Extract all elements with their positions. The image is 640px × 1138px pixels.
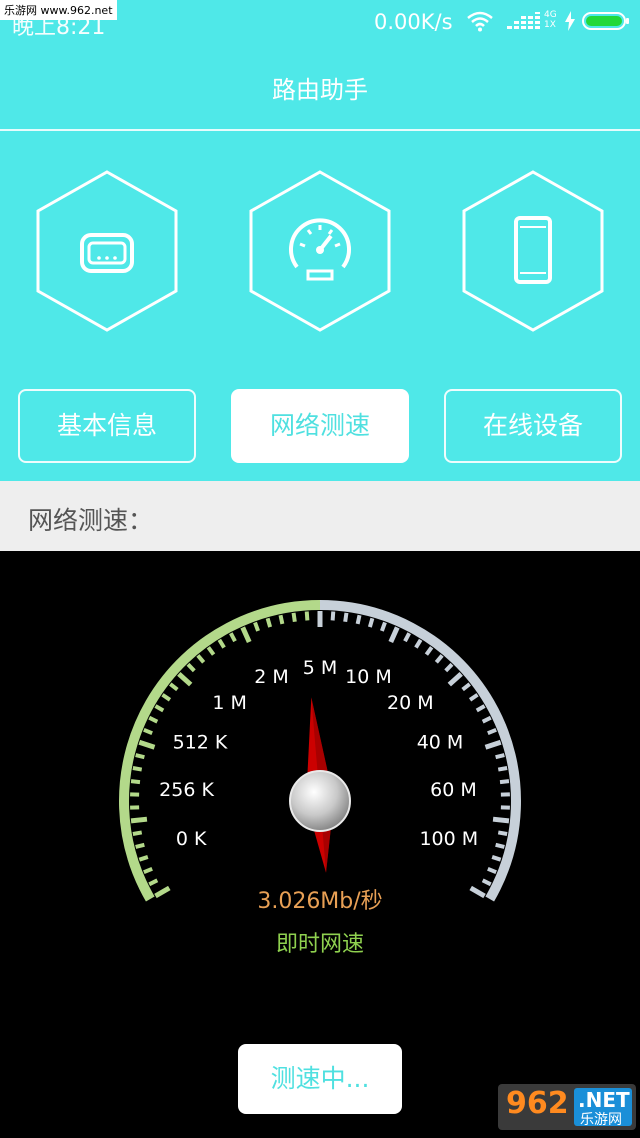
gauge-tick bbox=[367, 617, 375, 628]
gauge-tick bbox=[330, 611, 336, 621]
gauge-tick bbox=[444, 662, 454, 673]
network-type: 4G 1X bbox=[544, 10, 557, 30]
gauge-tick bbox=[434, 654, 444, 664]
watermark-number: 962 bbox=[506, 1086, 569, 1121]
gauge-tick bbox=[388, 626, 400, 644]
gauge-tick bbox=[355, 614, 362, 625]
title-divider bbox=[0, 129, 640, 131]
tab-online-devices[interactable]: 在线设备 bbox=[444, 389, 622, 463]
gauge-tick bbox=[495, 842, 505, 849]
gauge-tick bbox=[487, 727, 497, 736]
gauge-scale-label: 512 K bbox=[173, 731, 228, 753]
header-panel: 晚上8:21 0.00K/s 4G 1X 乐游网 www.962.net 路由助… bbox=[0, 0, 640, 481]
gauge-tick bbox=[135, 842, 145, 849]
gauge-tick bbox=[130, 816, 148, 824]
charging-icon bbox=[565, 11, 575, 31]
section-header: 网络测速： bbox=[0, 481, 640, 551]
gauge-tick bbox=[154, 704, 165, 713]
gauge-tick bbox=[135, 753, 145, 760]
gauge-tick bbox=[475, 704, 486, 713]
gauge-scale-label: 0 K bbox=[176, 828, 207, 850]
gauge-scale-label: 5 M bbox=[303, 657, 338, 679]
gauge-tick bbox=[138, 855, 149, 862]
gauge-tick bbox=[447, 672, 463, 687]
gauge-tick bbox=[461, 682, 471, 692]
gauge-tick bbox=[343, 612, 349, 623]
device-feature-button[interactable] bbox=[461, 170, 605, 332]
tab-speed-test[interactable]: 网络测速 bbox=[231, 389, 409, 463]
gauge-tick bbox=[206, 646, 216, 656]
tab-basic-info[interactable]: 基本信息 bbox=[18, 389, 196, 463]
gauge-tick bbox=[240, 626, 252, 644]
gauge-tick bbox=[132, 830, 143, 836]
gauge-scale-label: 20 M bbox=[387, 692, 434, 714]
watermark-site-label: 乐游网 www.962.net bbox=[0, 0, 117, 20]
gauge-tick bbox=[169, 682, 179, 692]
battery-icon bbox=[582, 12, 629, 30]
gauge-tick bbox=[414, 638, 423, 649]
gauge-tick bbox=[403, 632, 411, 643]
gauge-hub bbox=[289, 770, 351, 832]
router-icon bbox=[36, 170, 178, 332]
gauge-tick bbox=[424, 646, 434, 656]
gauge-tick bbox=[492, 816, 510, 824]
phone-icon bbox=[462, 170, 604, 332]
net-type-bottom: 1X bbox=[544, 20, 556, 30]
gauge-tick bbox=[495, 753, 505, 760]
gauge-tick bbox=[497, 830, 508, 836]
page-title: 路由助手 bbox=[272, 76, 368, 104]
gauge-tick bbox=[132, 766, 143, 772]
gauge-scale-label: 256 K bbox=[159, 779, 214, 801]
wifi-icon bbox=[467, 11, 493, 32]
gauge-tick bbox=[278, 614, 285, 625]
gauge-scale-label: 60 M bbox=[430, 779, 477, 801]
gauge-tick bbox=[497, 766, 508, 772]
watermark-logo: 962 .NET 乐游网 bbox=[498, 1084, 636, 1130]
gauge-tick bbox=[177, 672, 193, 687]
gauge-scale-label: 2 M bbox=[254, 666, 289, 688]
gauge-tick bbox=[217, 638, 226, 649]
section-label: 网络测速： bbox=[28, 506, 154, 535]
gauge-tick bbox=[499, 779, 510, 785]
gauge-tick bbox=[481, 715, 492, 724]
network-speed-indicator: 0.00K/s bbox=[374, 10, 453, 34]
gauge-tick bbox=[143, 866, 153, 875]
speed-readout-label: 即时网速 bbox=[275, 932, 364, 957]
gauge-tick bbox=[229, 632, 237, 643]
gauge-tick bbox=[265, 617, 273, 628]
gauge-tick bbox=[304, 611, 310, 621]
gauge-tick bbox=[130, 779, 141, 785]
watermark-cn: 乐游网 bbox=[580, 1112, 622, 1128]
gauge-tick bbox=[484, 739, 502, 750]
gauge-tick bbox=[148, 715, 159, 724]
gauge-tick bbox=[143, 727, 153, 736]
speedometer-icon bbox=[249, 170, 391, 332]
gauge-scale-label: 100 M bbox=[419, 828, 478, 850]
gauge-tick bbox=[487, 866, 497, 875]
gauge-tick bbox=[161, 693, 172, 702]
gauge-tick bbox=[468, 693, 479, 702]
speed-test-feature-button[interactable] bbox=[248, 170, 392, 332]
gauge-scale-label: 40 M bbox=[417, 731, 464, 753]
net-type-top: 4G bbox=[544, 10, 557, 20]
speed-test-button[interactable]: 测速中... bbox=[238, 1044, 402, 1114]
gauge-tick bbox=[186, 662, 196, 673]
gauge-tick bbox=[291, 612, 297, 623]
gauge-scale-label: 10 M bbox=[345, 666, 392, 688]
speed-readout: 3.026Mb/秒 bbox=[257, 889, 383, 914]
gauge-scale-label: 1 M bbox=[212, 692, 247, 714]
gauge-tick bbox=[491, 855, 502, 862]
router-feature-button[interactable] bbox=[35, 170, 179, 332]
gauge-tick bbox=[253, 621, 260, 632]
gauge-tick bbox=[380, 621, 387, 632]
signal-icon bbox=[507, 12, 540, 29]
gauge-tick bbox=[138, 739, 156, 750]
gauge-tick bbox=[196, 654, 206, 664]
